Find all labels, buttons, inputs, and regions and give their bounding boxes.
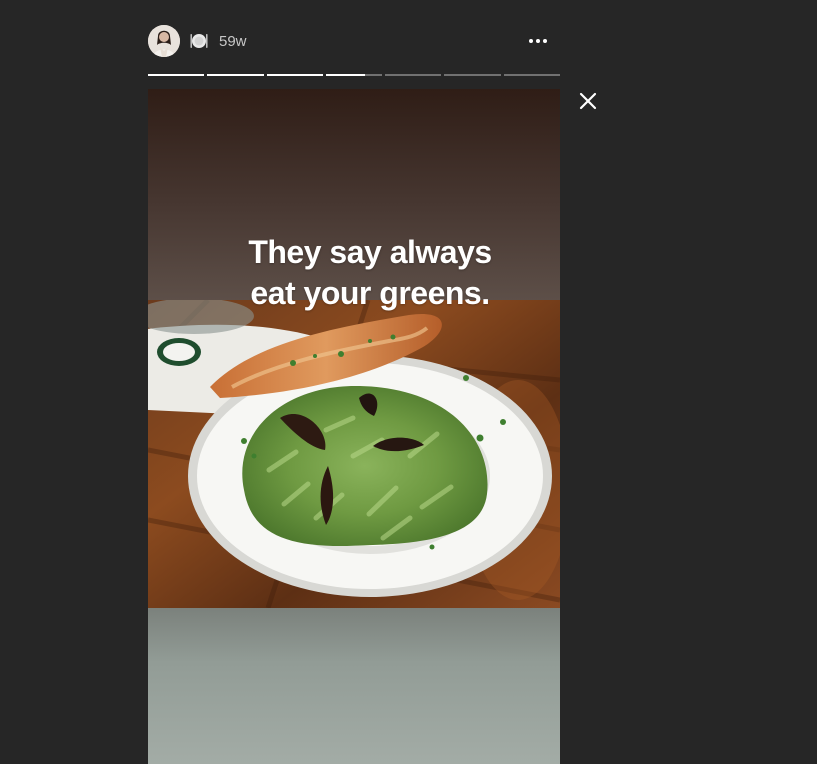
story-timestamp: 59w	[219, 33, 247, 50]
close-icon	[579, 92, 597, 110]
food-photo	[148, 300, 560, 608]
close-button[interactable]	[576, 89, 600, 113]
story-progress-segment	[385, 74, 442, 76]
more-dot-icon	[536, 39, 540, 43]
story-media[interactable]: They say always eat your greens.	[148, 89, 560, 764]
story-progress-segment	[207, 74, 264, 76]
story-progress-segment	[444, 74, 501, 76]
story-progress-fill	[148, 74, 205, 76]
story-progress-fill	[325, 74, 366, 76]
story-progress-segment	[325, 74, 383, 76]
plate-emoji-icon	[190, 34, 208, 48]
avatar-image	[148, 25, 180, 57]
avatar[interactable]	[148, 25, 180, 57]
story-progress-bar	[148, 74, 560, 76]
more-options-button[interactable]	[524, 32, 552, 50]
caption-line: They say always	[248, 234, 492, 270]
more-dot-icon	[543, 39, 547, 43]
caption-line: eat your greens.	[250, 275, 490, 311]
more-dot-icon	[529, 39, 533, 43]
story-background-bottom	[148, 608, 560, 764]
story-progress-segment	[148, 74, 205, 76]
story-progress-segment	[503, 74, 560, 76]
story-progress-segment	[266, 74, 323, 76]
story-progress-fill	[266, 74, 323, 76]
story-caption: They say always eat your greens.	[148, 232, 560, 314]
story-progress-fill	[207, 74, 264, 76]
story-header: 59w	[148, 24, 560, 58]
